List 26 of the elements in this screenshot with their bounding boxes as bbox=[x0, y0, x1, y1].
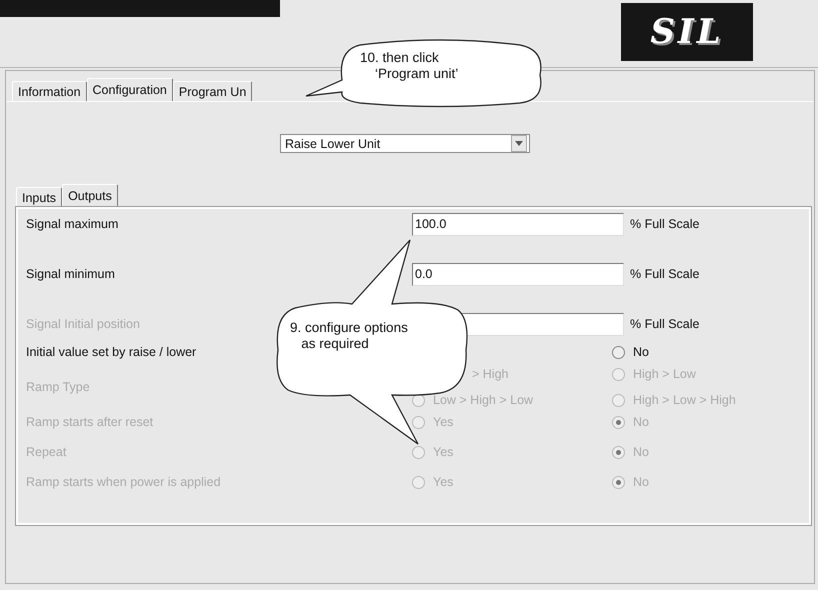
radio-button[interactable] bbox=[612, 346, 625, 358]
field-label: Ramp starts after reset bbox=[26, 415, 154, 429]
field-label: Ramp Type bbox=[26, 380, 90, 394]
field-label: Initial value set by raise / lower bbox=[26, 345, 196, 359]
tab[interactable]: Configuration bbox=[86, 78, 173, 101]
field-label: Signal minimum bbox=[26, 267, 115, 281]
tab[interactable]: Outputs bbox=[62, 184, 118, 207]
input-field[interactable]: 100.0 bbox=[412, 212, 624, 236]
field-label: Repeat bbox=[26, 445, 66, 459]
radio-label[interactable]: No bbox=[633, 345, 649, 359]
unit-dropdown[interactable]: Raise Lower Unit bbox=[280, 134, 530, 153]
radio-label: > High bbox=[472, 367, 508, 381]
tab[interactable]: Inputs bbox=[16, 187, 62, 207]
field-label: Signal maximum bbox=[26, 217, 118, 231]
input-field[interactable]: 0.0 bbox=[412, 262, 624, 286]
unit-label: % Full Scale bbox=[629, 317, 700, 331]
callout-text: 9. configure options as required bbox=[290, 320, 408, 352]
unit-label: % Full Scale bbox=[629, 217, 700, 231]
dropdown-value: Raise Lower Unit bbox=[284, 136, 380, 150]
callout-text: 10. then click ‘Program unit’ bbox=[360, 50, 458, 82]
unit-label: % Full Scale bbox=[629, 267, 700, 281]
field-label: Signal Initial position bbox=[26, 317, 140, 331]
logo: SIL bbox=[621, 3, 753, 61]
field-label: Ramp starts when power is applied bbox=[26, 475, 221, 489]
tab[interactable]: Program Un bbox=[172, 81, 252, 101]
tab[interactable]: Information bbox=[12, 81, 87, 101]
